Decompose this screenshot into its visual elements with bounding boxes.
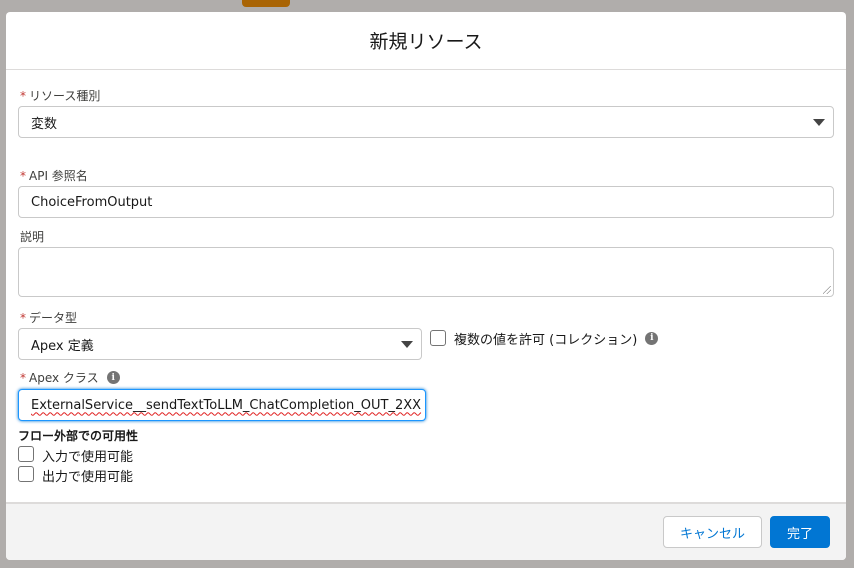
modal-header: 新規リソース: [6, 12, 846, 70]
resource-type-label-text: リソース種別: [29, 89, 101, 103]
apex-class-value: ExternalService__sendTextToLLM_ChatCompl…: [31, 397, 422, 413]
background-tab: [242, 0, 290, 7]
api-name-value: ChoiceFromOutput: [31, 194, 153, 210]
resource-type-select[interactable]: 変数: [18, 106, 834, 138]
data-type-value: Apex 定義: [31, 338, 94, 354]
resize-handle-icon[interactable]: [823, 286, 831, 294]
modal-footer: キャンセル 完了: [6, 502, 846, 560]
available-input-label: 入力で使用可能: [42, 450, 134, 465]
modal-body: * リソース種別 変数 * API 参照名 ChoiceFromOutput 説…: [6, 70, 846, 502]
allow-multiple-label-text: 複数の値を許可 (コレクション): [454, 332, 638, 348]
info-icon[interactable]: i: [645, 331, 659, 345]
availability-title: フロー外部での可用性: [18, 429, 139, 443]
available-input-checkbox[interactable]: [18, 446, 34, 462]
data-type-label-text: データ型: [29, 311, 78, 325]
chevron-down-icon: [813, 119, 825, 126]
apex-class-input[interactable]: ExternalService__sendTextToLLM_ChatCompl…: [18, 389, 426, 421]
apex-class-label: * Apex クラス i: [20, 370, 120, 385]
required-marker: *: [20, 168, 26, 183]
required-marker: *: [20, 310, 26, 325]
resource-type-label: * リソース種別: [20, 87, 100, 104]
allow-multiple-checkbox[interactable]: [430, 330, 446, 346]
required-marker: *: [20, 370, 26, 385]
cancel-button[interactable]: キャンセル: [663, 516, 762, 548]
description-label-text: 説明: [20, 230, 45, 244]
done-button[interactable]: 完了: [770, 516, 830, 548]
data-type-label: * データ型: [20, 309, 77, 326]
api-name-label-text: API 参照名: [29, 169, 88, 183]
allow-multiple-label: 複数の値を許可 (コレクション) i: [454, 330, 659, 348]
available-output-label: 出力で使用可能: [42, 470, 134, 485]
modal-title: 新規リソース: [369, 31, 483, 53]
chevron-down-icon: [401, 341, 413, 348]
apex-class-label-text: Apex クラス: [29, 371, 99, 385]
description-textarea[interactable]: [18, 247, 834, 297]
data-type-select[interactable]: Apex 定義: [18, 328, 422, 360]
info-icon[interactable]: i: [106, 371, 120, 384]
required-marker: *: [20, 88, 26, 103]
description-label: 説明: [20, 228, 44, 245]
api-name-label: * API 参照名: [20, 167, 88, 184]
new-resource-modal: 新規リソース * リソース種別 変数 * API 参照名 ChoiceFromO…: [6, 12, 846, 560]
available-output-checkbox[interactable]: [18, 466, 34, 482]
api-name-input[interactable]: ChoiceFromOutput: [18, 186, 834, 218]
resource-type-value: 変数: [31, 116, 58, 132]
